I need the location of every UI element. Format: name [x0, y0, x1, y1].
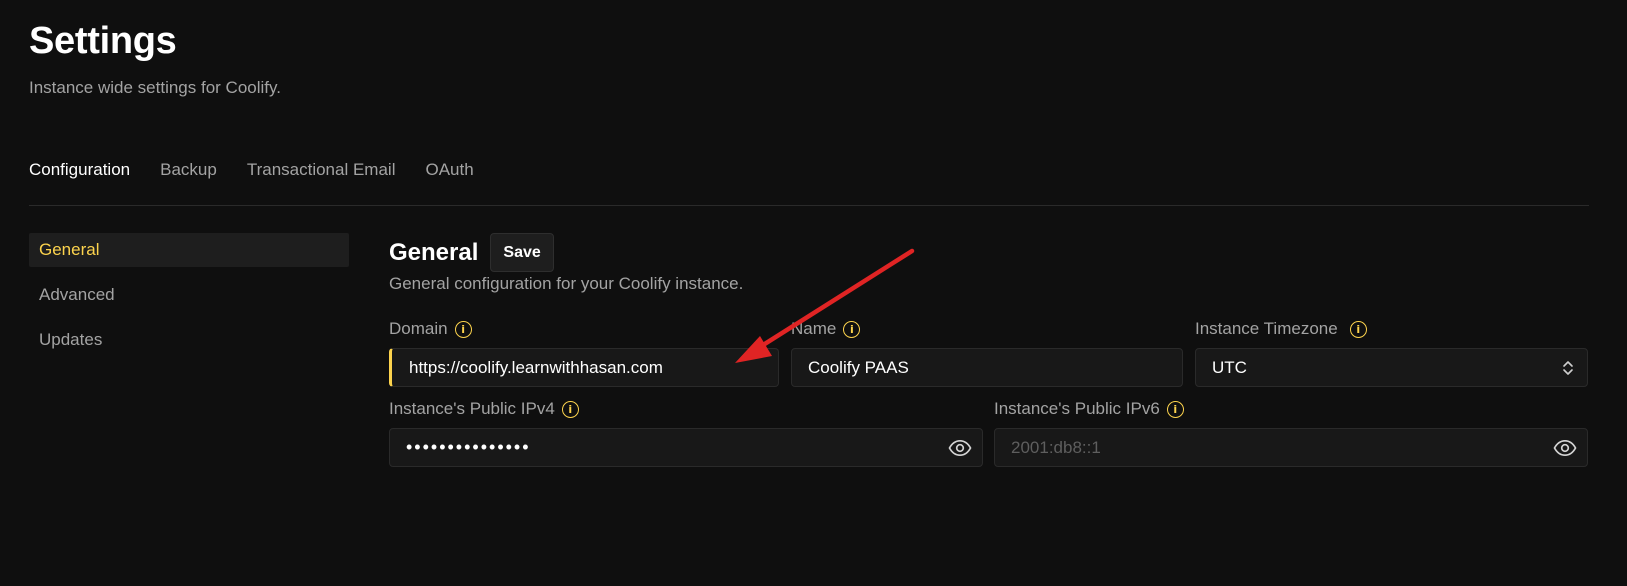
timezone-select[interactable]: UTC: [1195, 348, 1588, 387]
page-subtitle: Instance wide settings for Coolify.: [29, 78, 281, 97]
domain-label-text: Domain: [389, 319, 448, 338]
timezone-field: Instance Timezone i UTC: [1195, 318, 1588, 390]
sidenav-item-advanced[interactable]: Advanced: [29, 278, 349, 312]
timezone-value: UTC: [1212, 357, 1247, 377]
save-button[interactable]: Save: [490, 233, 554, 272]
eye-icon[interactable]: [948, 438, 972, 458]
sidenav-item-general[interactable]: General: [29, 233, 349, 267]
ipv4-field: Instance's Public IPv4 i •••••••••••••••: [389, 398, 983, 470]
tab-backup[interactable]: Backup: [160, 160, 217, 180]
sidenav-item-updates[interactable]: Updates: [29, 323, 349, 357]
section-title: General: [389, 238, 479, 266]
info-icon[interactable]: i: [1349, 320, 1367, 338]
section-description: General configuration for your Coolify i…: [389, 274, 744, 293]
ipv6-placeholder: 2001:db8::1: [1011, 437, 1101, 457]
ipv6-field: Instance's Public IPv6 i 2001:db8::1: [994, 398, 1588, 470]
ipv6-label: Instance's Public IPv6 i: [994, 398, 1588, 420]
ipv4-masked-value: •••••••••••••••: [406, 437, 531, 457]
ipv4-input[interactable]: •••••••••••••••: [389, 428, 983, 467]
tabs-divider: [29, 205, 1589, 206]
settings-tabs: Configuration Backup Transactional Email…: [29, 160, 474, 180]
general-section-header: General Save: [389, 233, 554, 272]
ipv4-label-text: Instance's Public IPv4: [389, 399, 555, 418]
info-icon[interactable]: i: [561, 400, 579, 418]
domain-input[interactable]: https://coolify.learnwithhasan.com: [389, 348, 779, 387]
ipv6-input[interactable]: 2001:db8::1: [994, 428, 1588, 467]
settings-sidenav: General Advanced Updates: [29, 233, 349, 368]
name-field: Name i Coolify PAAS: [791, 318, 1183, 390]
info-icon[interactable]: i: [843, 320, 861, 338]
chevron-up-down-icon: [1563, 361, 1573, 375]
domain-label: Domain i: [389, 318, 779, 340]
eye-icon[interactable]: [1553, 438, 1577, 458]
name-label: Name i: [791, 318, 1183, 340]
info-icon[interactable]: i: [1166, 400, 1184, 418]
ipv6-label-text: Instance's Public IPv6: [994, 399, 1160, 418]
settings-page: Settings Instance wide settings for Cool…: [0, 0, 1627, 586]
timezone-label-text: Instance Timezone: [1195, 319, 1338, 338]
name-input[interactable]: Coolify PAAS: [791, 348, 1183, 387]
info-icon[interactable]: i: [454, 320, 472, 338]
tab-oauth[interactable]: OAuth: [425, 160, 473, 180]
name-label-text: Name: [791, 319, 837, 338]
timezone-label: Instance Timezone i: [1195, 318, 1588, 340]
ipv4-label: Instance's Public IPv4 i: [389, 398, 983, 420]
page-title: Settings: [29, 20, 177, 62]
tab-transactional-email[interactable]: Transactional Email: [247, 160, 396, 180]
domain-field: Domain i https://coolify.learnwithhasan.…: [389, 318, 779, 390]
tab-configuration[interactable]: Configuration: [29, 160, 130, 180]
